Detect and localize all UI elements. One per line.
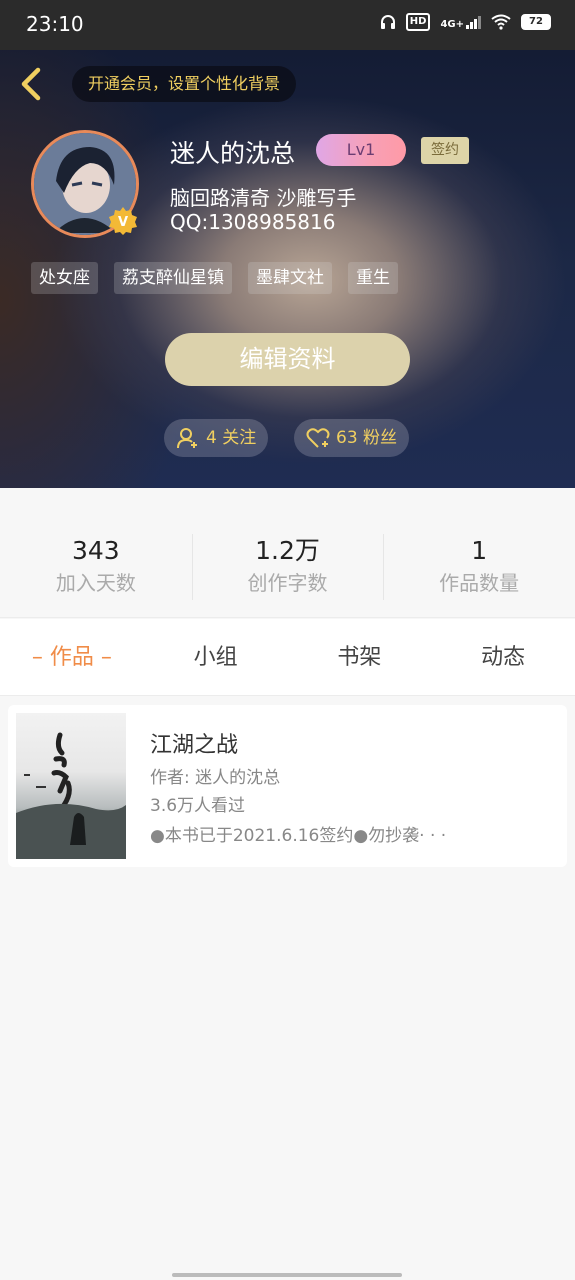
bio-text: 脑回路清奇 沙雕写手 xyxy=(170,186,357,210)
tab-works[interactable]: – 作品 – xyxy=(0,619,144,695)
book-notice: ●本书已于2021.6.16签约●勿抄袭· · · xyxy=(150,826,447,846)
tab-groups[interactable]: 小组 xyxy=(144,619,288,695)
status-bar: 23:10 HD 4G+ 72 xyxy=(0,0,575,50)
following-label: 4 关注 xyxy=(206,428,257,448)
chevron-left-icon[interactable] xyxy=(14,64,48,104)
vip-banner[interactable]: 开通会员，设置个性化背景 xyxy=(72,66,297,102)
heart-plus-icon xyxy=(306,428,330,448)
add-user-icon xyxy=(177,428,197,449)
stats-row: 343 加入天数 1.2万 创作字数 1 作品数量 xyxy=(0,488,575,618)
headphones-icon xyxy=(380,15,395,29)
book-title[interactable]: 江湖之战 xyxy=(150,727,238,759)
stat-label: 作品数量 xyxy=(439,571,520,595)
tag-item[interactable]: 荔支醉仙星镇 xyxy=(114,262,232,294)
status-icons: HD 4G+ 72 xyxy=(380,13,551,31)
level-badge[interactable]: Lv1 xyxy=(316,134,406,166)
stat-works: 1 作品数量 xyxy=(383,534,575,617)
status-time: 23:10 xyxy=(26,12,84,36)
stat-value: 1 xyxy=(471,536,488,565)
stat-days: 343 加入天数 xyxy=(0,534,192,617)
book-views: 3.6万人看过 xyxy=(150,796,246,816)
stat-value: 343 xyxy=(71,536,120,565)
tag-item[interactable]: 处女座 xyxy=(31,262,98,294)
stat-value: 1.2万 xyxy=(255,536,320,565)
profile-header: 开通会员，设置个性化背景 V 迷人的沈总 Lv1 签约 脑回路清奇 沙雕写手 Q… xyxy=(0,50,575,488)
verified-v-icon: V xyxy=(109,207,137,235)
stat-words: 1.2万 创作字数 xyxy=(191,534,384,617)
signal-icon: 4G+ xyxy=(440,14,481,30)
tab-bar: – 作品 – 小组 书架 动态 xyxy=(0,619,575,696)
edit-profile-button[interactable]: 编辑资料 xyxy=(165,333,410,386)
book-card[interactable]: 江湖之战 作者: 迷人的沈总 3.6万人看过 ●本书已于2021.6.16签约●… xyxy=(8,705,567,867)
stat-label: 加入天数 xyxy=(55,571,136,595)
svg-text:V: V xyxy=(118,215,128,230)
tab-activity[interactable]: 动态 xyxy=(431,619,575,695)
wifi-icon xyxy=(491,14,511,30)
signed-badge: 签约 xyxy=(421,137,469,164)
network-label: 4G+ xyxy=(440,19,464,30)
username: 迷人的沈总 xyxy=(170,139,296,168)
fans-button[interactable]: 63 粉丝 xyxy=(294,419,410,457)
book-author: 作者: 迷人的沈总 xyxy=(150,768,281,788)
tab-bookshelf[interactable]: 书架 xyxy=(288,619,432,695)
fans-label: 63 粉丝 xyxy=(336,428,398,448)
stat-label: 创作字数 xyxy=(247,571,328,595)
tag-item[interactable]: 重生 xyxy=(348,262,398,294)
following-button[interactable]: 4 关注 xyxy=(164,419,269,457)
battery-icon: 72 xyxy=(521,14,551,30)
hd-badge: HD xyxy=(405,13,431,31)
book-cover-image[interactable] xyxy=(16,713,126,859)
tag-item[interactable]: 墨肆文社 xyxy=(248,262,332,294)
tag-list: 处女座 荔支醉仙星镇 墨肆文社 重生 xyxy=(31,262,398,294)
home-indicator[interactable] xyxy=(172,1273,402,1277)
qq-text: QQ:1308985816 xyxy=(170,210,336,234)
